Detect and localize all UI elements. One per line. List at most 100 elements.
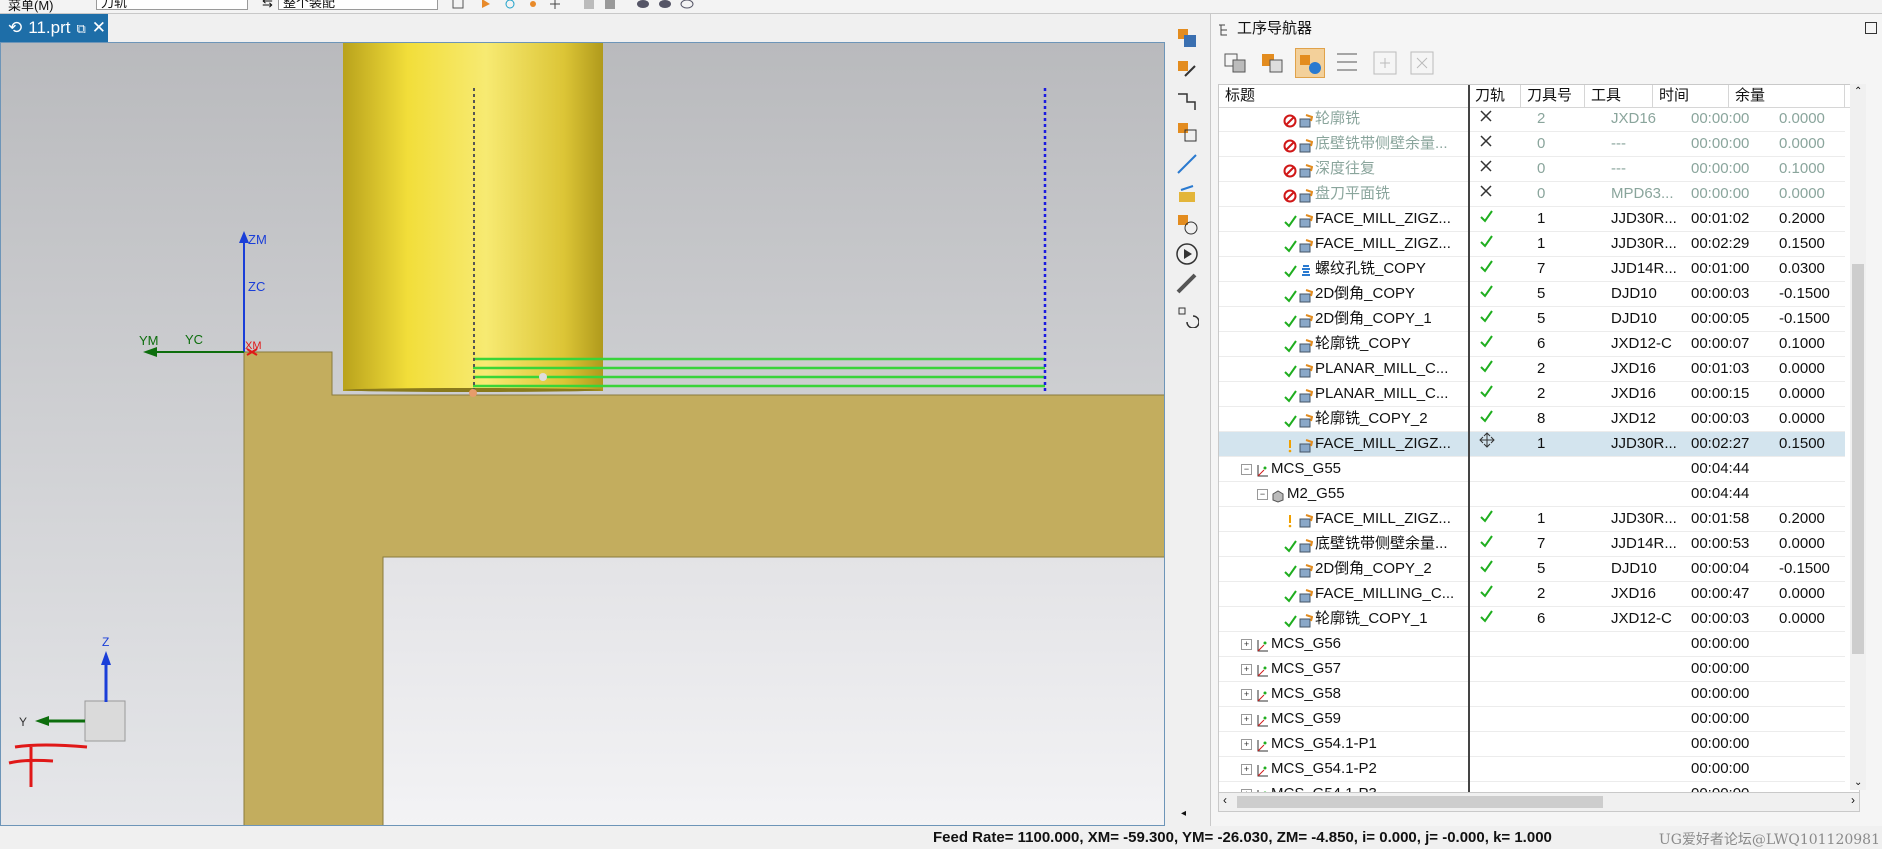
line-icon[interactable] [1175, 152, 1199, 176]
group-row[interactable]: + MCS_G54.1-P2 00:00:00 [1219, 757, 1845, 782]
axis-ym-label: YM [139, 333, 159, 348]
horizontal-scroll-thumb[interactable] [1237, 796, 1603, 808]
operation-row[interactable]: FACE_MILL_ZIGZ... 1 JJD30R... 00:01:58 0.200… [1219, 507, 1845, 532]
time-cell: 00:00:00 [1691, 735, 1750, 752]
delete-disabled-icon [1407, 48, 1437, 78]
operation-row[interactable]: 轮廓铣_COPY 6 JXD12-C 00:00:07 0.1000 [1219, 332, 1845, 357]
scroll-left-icon[interactable]: ‹ [1223, 793, 1227, 807]
toolpath-none-icon [1480, 160, 1492, 172]
col-title[interactable]: 标题 [1219, 85, 1469, 107]
close-icon[interactable]: ✕ [92, 18, 106, 37]
filter-icon[interactable] [503, 0, 517, 9]
create-op-icon[interactable] [1175, 212, 1199, 236]
nav-geometry-icon[interactable] [1175, 90, 1199, 114]
operation-row[interactable]: 2D倒角_COPY_1 5 DJD10 00:00:05 -0.1500 [1219, 307, 1845, 332]
operation-row[interactable]: 螺纹孔铣_COPY 7 JJD14R... 00:01:00 0.0300 [1219, 257, 1845, 282]
group-row[interactable]: + MCS_G57 00:00:00 [1219, 657, 1845, 682]
assembly-scope-combo[interactable]: 整个装配 [278, 0, 438, 10]
operation-icon [1299, 187, 1314, 203]
operation-row[interactable]: 轮廓铣_COPY_2 8 JXD12 00:00:03 0.0000 [1219, 407, 1845, 432]
expand-node-icon[interactable]: + [1241, 763, 1252, 775]
expand-node-icon[interactable]: + [1241, 638, 1252, 650]
move-icon[interactable] [548, 0, 562, 9]
method-view-icon[interactable] [1333, 48, 1363, 78]
refresh-icon[interactable] [1175, 304, 1200, 329]
group-row[interactable]: − MCS_G55 00:04:44 [1219, 457, 1845, 482]
group-row[interactable]: + MCS_G58 00:00:00 [1219, 682, 1845, 707]
row-title: FACE_MILLING_C... [1315, 585, 1455, 602]
tool-number-cell: 0 [1537, 135, 1546, 152]
stock-cell [1773, 632, 1845, 656]
col-tool[interactable]: 工具 [1585, 85, 1653, 107]
maximize-icon[interactable] [1865, 22, 1877, 34]
menu-button[interactable]: 菜单(M) [8, 0, 54, 13]
expand-node-icon[interactable]: + [1241, 738, 1252, 750]
col-time[interactable]: 时间 [1653, 85, 1729, 107]
nav-method-icon[interactable] [1175, 120, 1199, 144]
complete-check-icon [1283, 612, 1297, 628]
scroll-right-icon[interactable]: › [1851, 793, 1855, 807]
operation-row[interactable]: 轮廓铣 2 JXD16 00:00:00 0.0000 [1219, 107, 1845, 132]
operation-row[interactable]: 轮廓铣_COPY_1 6 JXD12-C 00:00:03 0.0000 [1219, 607, 1845, 632]
collapse-node-icon[interactable]: − [1257, 488, 1268, 500]
vertical-scrollbar[interactable]: ⌃ ⌄ [1850, 84, 1866, 790]
toolpath-none-icon [1480, 135, 1492, 147]
snap-icon[interactable] [452, 0, 466, 9]
program-order-view-icon[interactable] [1221, 48, 1251, 78]
vertical-scroll-thumb[interactable] [1852, 264, 1864, 654]
group-row[interactable]: + MCS_G56 00:00:00 [1219, 632, 1845, 657]
group-row[interactable]: − M2_G55 00:04:44 [1219, 482, 1845, 507]
scroll-up-icon[interactable]: ⌃ [1854, 86, 1862, 97]
group-row[interactable]: + MCS_G59 00:00:00 [1219, 707, 1845, 732]
tool-name-cell: JJD30R... [1611, 435, 1677, 452]
operation-row[interactable]: 2D倒角_COPY_2 5 DJD10 00:00:04 -0.1500 [1219, 557, 1845, 582]
play-icon[interactable] [1175, 242, 1199, 266]
operation-row[interactable]: 盘刀平面铣 0 MPD63... 00:00:00 0.0000 [1219, 182, 1845, 207]
shade-icon[interactable] [582, 0, 596, 9]
measure-icon[interactable] [1175, 272, 1199, 296]
operation-row[interactable]: FACE_MILL_ZIGZ... 1 JJD30R... 00:02:27 0.150… [1219, 432, 1845, 457]
document-tab[interactable]: ⟲ 11.prt ⧉ ✕ [0, 14, 108, 42]
operation-row[interactable]: 底壁铣带侧壁余量... 0 --- 00:00:00 0.0000 [1219, 132, 1845, 157]
operation-row[interactable]: 深度往复 0 --- 00:00:00 0.1000 [1219, 157, 1845, 182]
col-toolno[interactable]: 刀具号 [1521, 85, 1585, 107]
group-row[interactable]: + MCS_G54.1-P1 00:00:00 [1219, 732, 1845, 757]
hide-icon[interactable] [680, 0, 694, 9]
nav-machine-icon[interactable] [1175, 26, 1199, 50]
feature-icon[interactable] [1175, 182, 1199, 206]
graphics-viewport[interactable]: ZM ZC YM YC XM Z Y [0, 42, 1165, 826]
operation-row[interactable]: FACE_MILL_ZIGZ... 1 JJD30R... 00:01:02 0.200… [1219, 207, 1845, 232]
operation-row[interactable]: 2D倒角_COPY 5 DJD10 00:00:03 -0.1500 [1219, 282, 1845, 307]
scroll-down-icon[interactable]: ⌄ [1854, 777, 1862, 788]
operation-row[interactable]: FACE_MILL_ZIGZ... 1 JJD30R... 00:02:29 0.150… [1219, 232, 1845, 257]
nav-program-icon[interactable] [1175, 58, 1199, 82]
col-rest[interactable]: 余量 [1729, 85, 1845, 107]
row-title: 轮廓铣_COPY [1315, 335, 1411, 352]
wire-icon[interactable] [603, 0, 617, 9]
select-icon[interactable] [480, 0, 494, 9]
complete-check-icon [1283, 587, 1297, 603]
operation-row[interactable]: PLANAR_MILL_C... 2 JXD16 00:00:15 0.0000 [1219, 382, 1845, 407]
machine-tool-view-icon[interactable] [1258, 48, 1288, 78]
col-path[interactable]: 刀轨 [1469, 85, 1521, 107]
expand-node-icon[interactable]: + [1241, 713, 1252, 725]
complete-check-icon [1283, 537, 1297, 553]
time-cell: 00:00:00 [1691, 760, 1750, 777]
tool-name-cell: JXD12-C [1611, 335, 1672, 352]
type-filter-combo[interactable]: 刀轨 [96, 0, 248, 10]
operation-row[interactable]: PLANAR_MILL_C... 2 JXD16 00:01:03 0.0000 [1219, 357, 1845, 382]
geometry-view-icon[interactable] [1295, 48, 1326, 78]
point-icon[interactable] [526, 0, 540, 9]
tab-menu-icon[interactable]: ⧉ [76, 21, 85, 36]
expand-node-icon[interactable]: + [1241, 663, 1252, 675]
toolpath-status-cell [1469, 282, 1531, 306]
operation-row[interactable]: 底壁铣带侧壁余量... 7 JJD14R... 00:00:53 0.0000 [1219, 532, 1845, 557]
horizontal-scrollbar[interactable]: ‹ › [1218, 792, 1860, 812]
show-hide-icon[interactable] [658, 0, 672, 9]
title-cell: − MCS_G55 [1219, 457, 1468, 481]
collapse-node-icon[interactable]: − [1241, 463, 1252, 475]
expand-node-icon[interactable]: + [1241, 688, 1252, 700]
show-icon[interactable] [636, 0, 650, 9]
operation-row[interactable]: FACE_MILLING_C... 2 JXD16 00:00:47 0.0000 [1219, 582, 1845, 607]
collapse-arrow-icon[interactable]: ◂ [1181, 808, 1186, 819]
